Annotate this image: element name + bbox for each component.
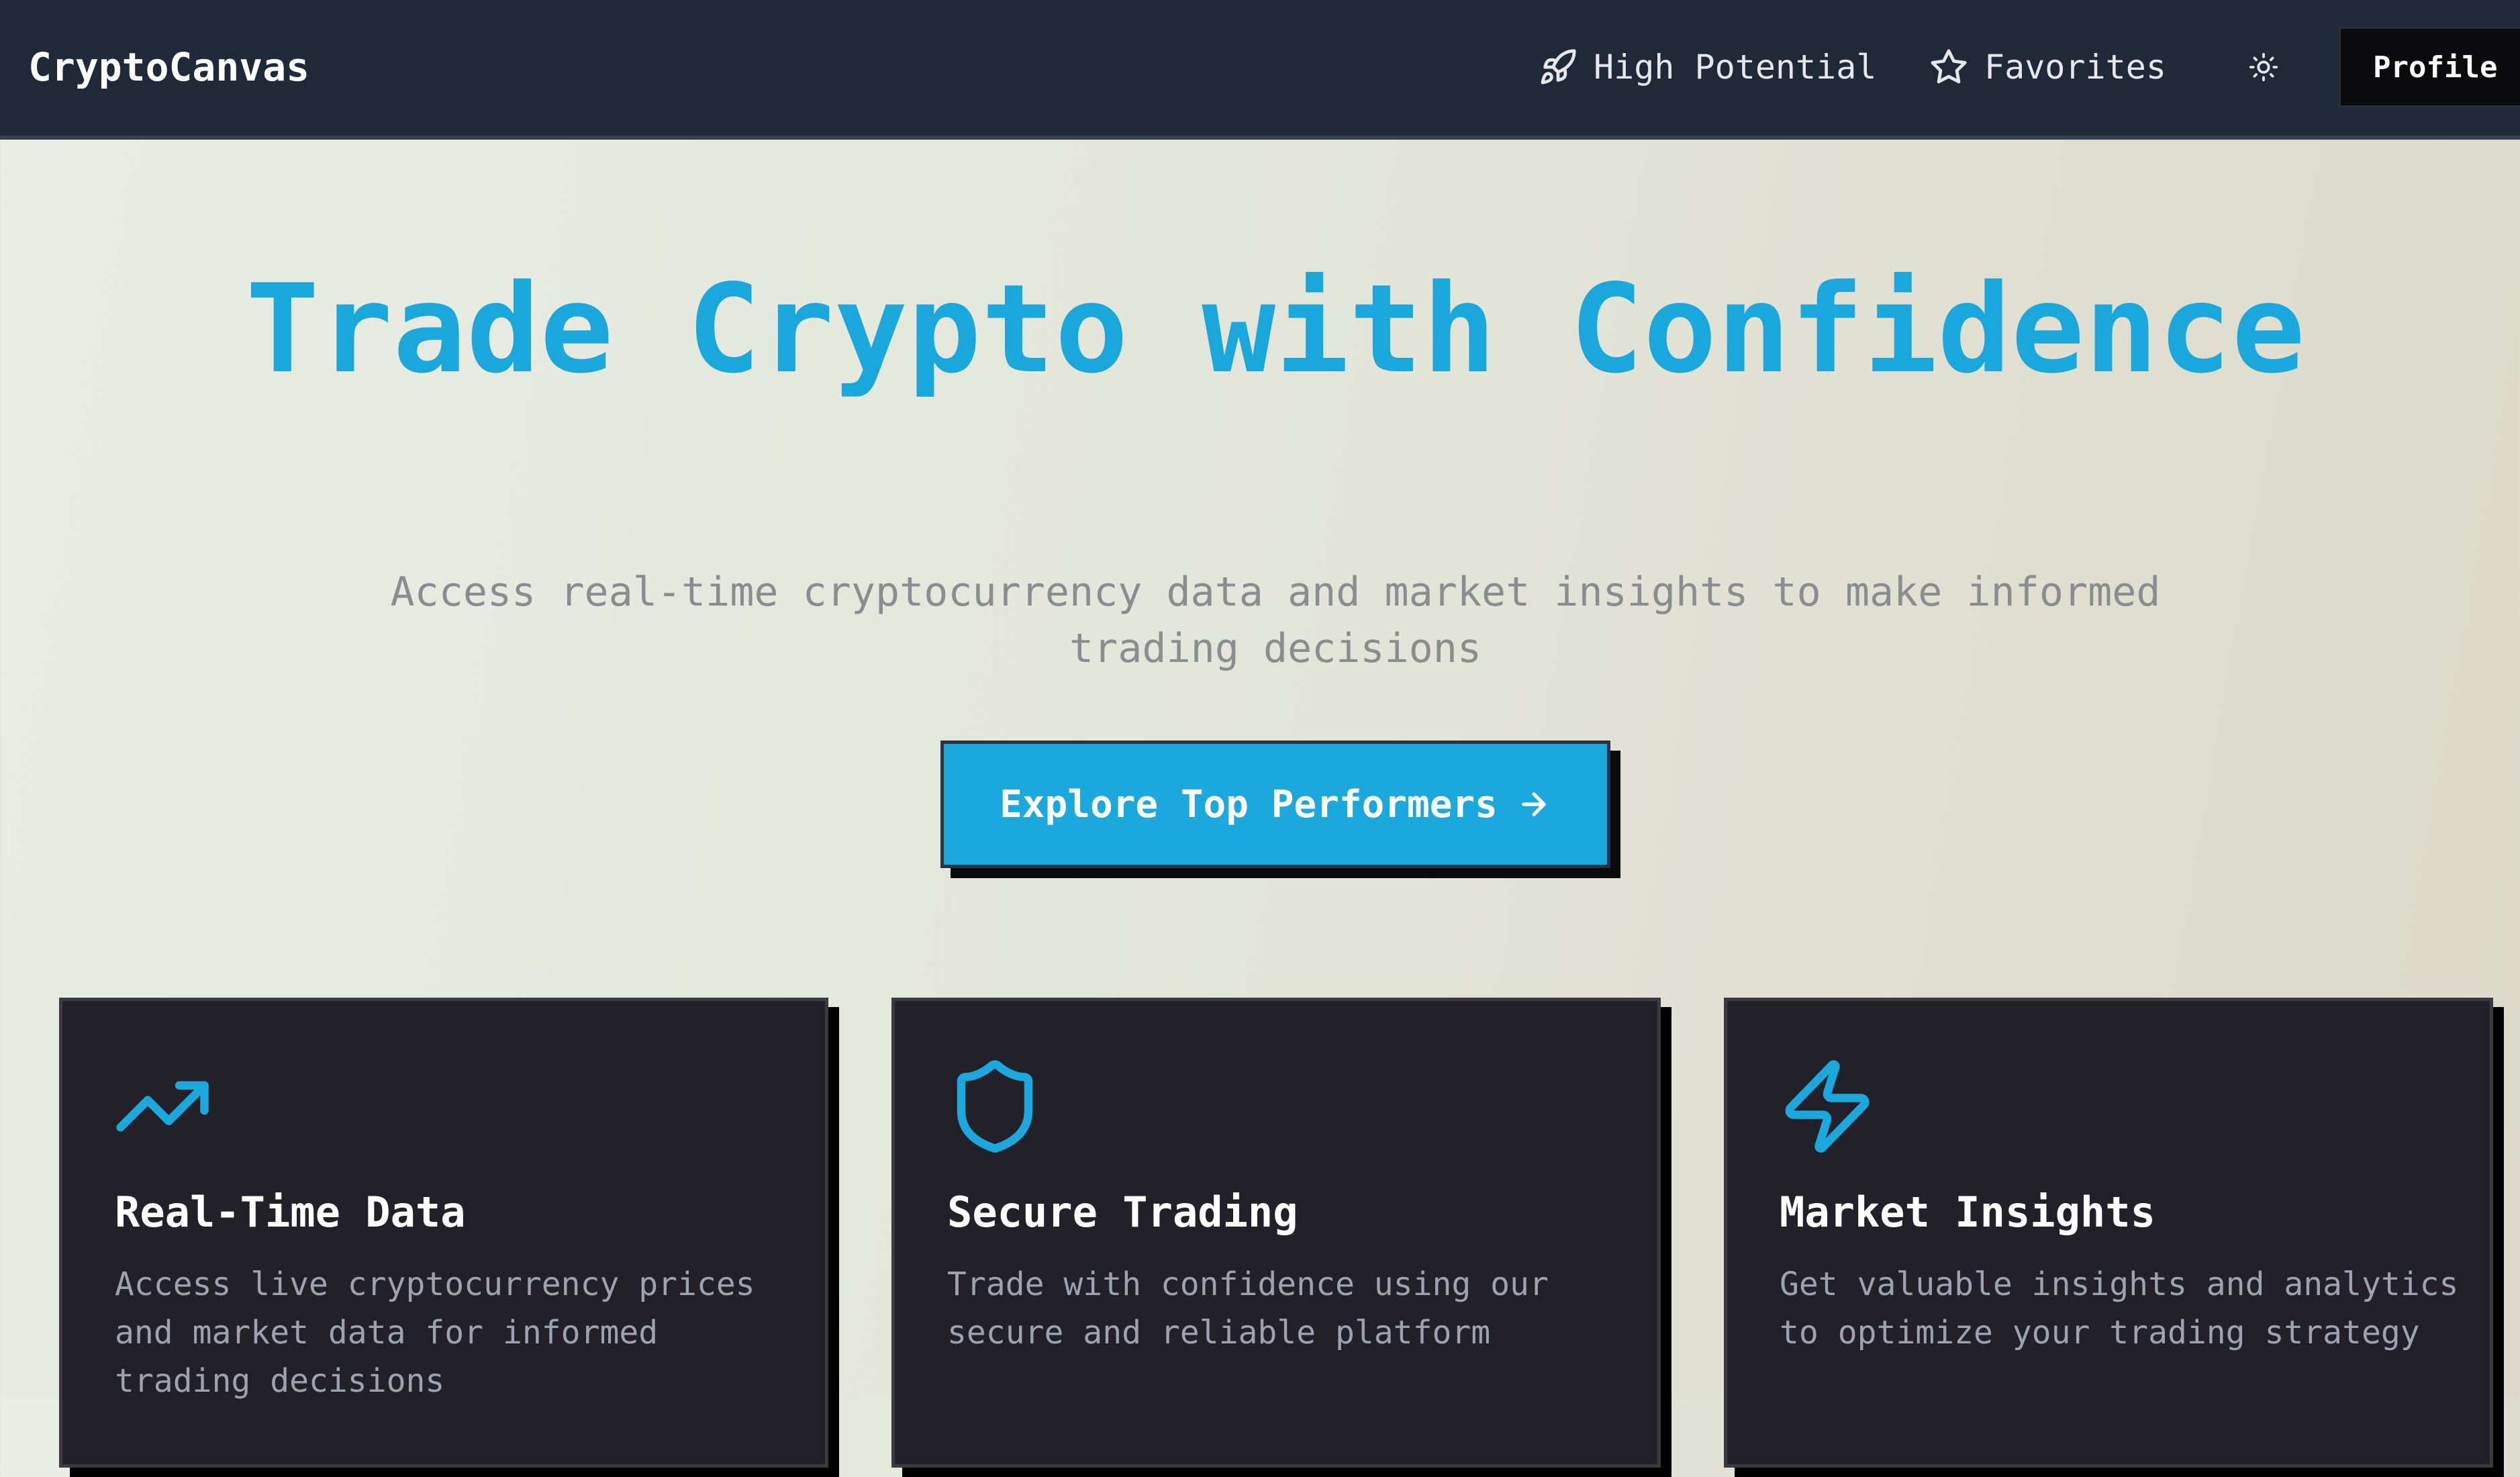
cta-label: Explore Top Performers xyxy=(1000,782,1498,826)
star-icon xyxy=(1931,49,1967,84)
zap-icon xyxy=(1785,1060,1870,1153)
feature-card-secure-trading: Secure Trading Trade with confidence usi… xyxy=(891,998,1661,1468)
shield-icon xyxy=(957,1060,1033,1153)
top-navbar: CryptoCanvas High Potential Favorites Pr… xyxy=(0,0,2520,140)
nav-favorites-label: Favorites xyxy=(1984,48,2166,87)
feature-title: Market Insights xyxy=(1780,1188,2155,1237)
rocket-icon xyxy=(1541,49,1576,85)
feature-card-market-insights: Market Insights Get valuable insights an… xyxy=(1724,998,2493,1468)
nav-favorites[interactable]: Favorites xyxy=(1929,40,2166,94)
sun-icon xyxy=(2249,52,2278,82)
hero-title: Trade Crypto with Confidence xyxy=(245,258,2306,400)
feature-description: Access live cryptocurrency prices and ma… xyxy=(115,1266,755,1400)
feature-description: Trade with confidence using our secure a… xyxy=(947,1266,1549,1351)
feature-title: Real-Time Data xyxy=(115,1188,466,1237)
feature-title: Secure Trading xyxy=(947,1188,1298,1237)
profile-button[interactable]: Profile xyxy=(2339,27,2520,107)
hero-subtitle: Access real-time cryptocurrency data and… xyxy=(390,569,2161,672)
nav-high-potential-label: High Potential xyxy=(1594,48,1877,87)
explore-top-performers-button[interactable]: Explore Top Performers xyxy=(940,741,1610,868)
feature-card-real-time-data: Real-Time Data Access live cryptocurrenc… xyxy=(59,998,828,1468)
brand-logo[interactable]: CryptoCanvas xyxy=(28,40,309,94)
trending-up-icon xyxy=(116,1081,209,1132)
feature-description: Get valuable insights and analytics to o… xyxy=(1780,1266,2459,1351)
arrow-right-icon xyxy=(1522,792,1546,816)
nav-high-potential[interactable]: High Potential xyxy=(1539,40,1876,94)
theme-toggle-button[interactable] xyxy=(2245,48,2282,86)
